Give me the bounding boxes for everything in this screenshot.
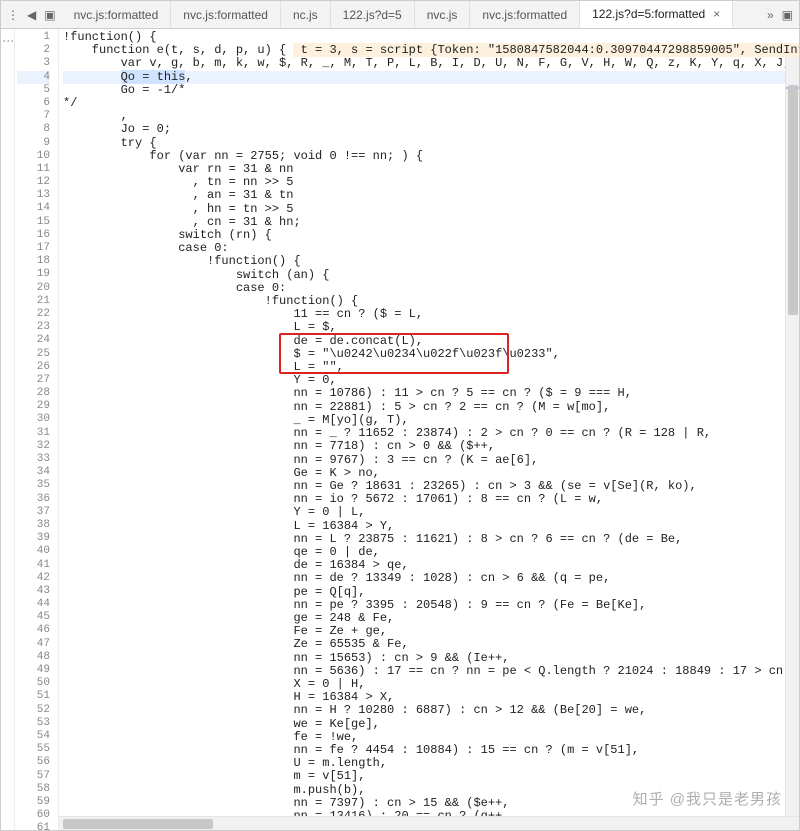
line-number: 41	[17, 559, 50, 572]
line-number: 26	[17, 361, 50, 374]
line-number: 46	[17, 624, 50, 637]
line-number: 39	[17, 532, 50, 545]
line-number: 10	[17, 150, 50, 163]
tab-1[interactable]: nvc.js:formatted	[171, 1, 281, 28]
line-number: 5	[17, 84, 50, 97]
line-number: 48	[17, 651, 50, 664]
line-number: 50	[17, 677, 50, 690]
line-number: 16	[17, 229, 50, 242]
line-number: 18	[17, 255, 50, 268]
line-number: 24	[17, 334, 50, 347]
line-number: 34	[17, 466, 50, 479]
more-options-icon[interactable]: ⋮	[7, 8, 19, 22]
line-number: 25	[17, 348, 50, 361]
tab-label: nvc.js:formatted	[74, 8, 159, 22]
tab-0[interactable]: nvc.js:formatted	[62, 1, 172, 28]
line-number: 38	[17, 519, 50, 532]
frame-icon[interactable]: ▣	[44, 8, 55, 22]
line-number: 57	[17, 770, 50, 783]
line-number: 31	[17, 427, 50, 440]
kebab-icon[interactable]: ⋮	[1, 35, 15, 51]
code-content[interactable]: !function() { function e(t, s, d, p, u) …	[59, 29, 799, 830]
tab-4[interactable]: nvc.js	[415, 1, 471, 28]
line-number: 54	[17, 730, 50, 743]
line-number: 1	[17, 31, 50, 44]
line-number: 56	[17, 756, 50, 769]
line-number: 53	[17, 717, 50, 730]
line-number: 29	[17, 400, 50, 413]
line-number: 28	[17, 387, 50, 400]
line-number: 55	[17, 743, 50, 756]
tab-5[interactable]: nvc.js:formatted	[470, 1, 580, 28]
tab-bar: ⋮ ◀ ▣ nvc.js:formatted nvc.js:formatted nc…	[1, 1, 799, 29]
tab-label: nc.js	[293, 8, 318, 22]
line-number: 4	[17, 71, 50, 84]
h-scrollbar-thumb[interactable]	[63, 819, 213, 829]
line-number: 7	[17, 110, 50, 123]
line-number: 9	[17, 137, 50, 150]
line-number: 42	[17, 572, 50, 585]
v-scrollbar-thumb[interactable]	[788, 85, 798, 315]
line-number: 61	[17, 822, 50, 830]
tabbar-right-icons: » ▣	[761, 8, 799, 22]
line-number: 36	[17, 493, 50, 506]
tab-2[interactable]: nc.js	[281, 1, 331, 28]
line-number: 13	[17, 189, 50, 202]
line-number: 15	[17, 216, 50, 229]
code-editor[interactable]: !function() { function e(t, s, d, p, u) …	[59, 29, 799, 830]
nav-back-icon[interactable]: ◀	[27, 8, 36, 22]
line-number: 60	[17, 809, 50, 822]
line-number: 12	[17, 176, 50, 189]
line-number: 8	[17, 123, 50, 136]
line-number: 58	[17, 783, 50, 796]
line-number: 59	[17, 796, 50, 809]
line-number: 49	[17, 664, 50, 677]
line-number: 22	[17, 308, 50, 321]
line-number: 44	[17, 598, 50, 611]
line-number: 45	[17, 611, 50, 624]
tab-6[interactable]: 122.js?d=5:formatted ×	[580, 1, 733, 28]
h-scrollbar-track[interactable]	[59, 816, 799, 830]
tabbar-left-icons: ⋮ ◀ ▣	[1, 8, 62, 22]
tab-label: nvc.js	[427, 8, 458, 22]
devtools-root: ⋮ ◀ ▣ nvc.js:formatted nvc.js:formatted nc…	[0, 0, 800, 831]
tab-label: nvc.js:formatted	[482, 8, 567, 22]
line-number: 23	[17, 321, 50, 334]
line-number: 14	[17, 202, 50, 215]
line-number: 20	[17, 282, 50, 295]
close-icon[interactable]: ×	[713, 7, 720, 21]
line-number: 51	[17, 690, 50, 703]
line-number: 21	[17, 295, 50, 308]
open-panel-icon[interactable]: ▣	[782, 8, 793, 22]
line-number: 2	[17, 44, 50, 57]
editor-body: ⋮ 12345678910111213141516171819202122232…	[1, 29, 799, 830]
line-number: 27	[17, 374, 50, 387]
line-number: 33	[17, 453, 50, 466]
side-gutter: ⋮	[1, 29, 15, 830]
line-number: 40	[17, 545, 50, 558]
line-number: 3	[17, 57, 50, 70]
line-number: 37	[17, 506, 50, 519]
line-number: 19	[17, 268, 50, 281]
tab-label: 122.js?d=5	[343, 8, 402, 22]
line-number: 43	[17, 585, 50, 598]
line-number: 30	[17, 413, 50, 426]
line-number: 6	[17, 97, 50, 110]
tab-3[interactable]: 122.js?d=5	[331, 1, 415, 28]
line-number: 35	[17, 479, 50, 492]
line-number-gutter: 1234567891011121314151617181920212223242…	[15, 29, 59, 830]
v-scrollbar-track[interactable]	[785, 57, 799, 816]
overflow-icon[interactable]: »	[767, 8, 774, 22]
line-number: 11	[17, 163, 50, 176]
line-number: 47	[17, 638, 50, 651]
tabs-container: nvc.js:formatted nvc.js:formatted nc.js 122…	[62, 1, 761, 28]
tab-label: nvc.js:formatted	[183, 8, 268, 22]
line-number: 32	[17, 440, 50, 453]
line-number: 17	[17, 242, 50, 255]
tab-label: 122.js?d=5:formatted	[592, 7, 705, 21]
line-number: 52	[17, 704, 50, 717]
